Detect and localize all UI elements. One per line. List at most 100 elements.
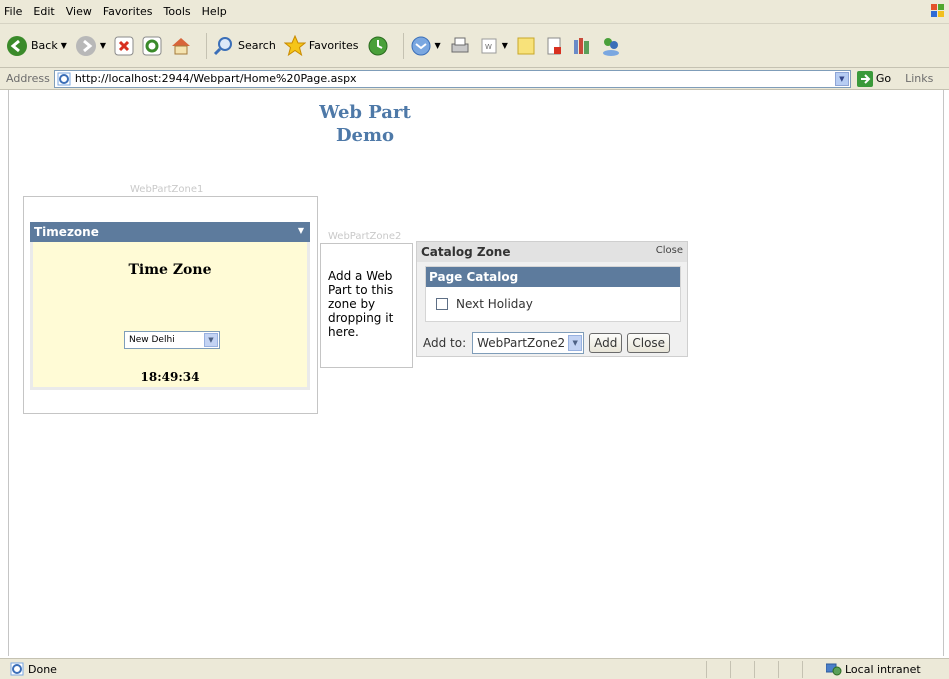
favorites-button[interactable]: Favorites	[283, 34, 359, 57]
stop-button[interactable]	[114, 36, 134, 56]
security-zone: Local intranet	[826, 662, 921, 676]
home-icon	[172, 37, 191, 54]
address-dropdown-icon[interactable]: ▼	[834, 71, 849, 86]
dropdown-arrow-icon[interactable]: ▼	[100, 41, 106, 50]
toolbar: Back ▼ ▼ Search Favorites ▼ W ▼	[0, 24, 949, 68]
mail-button[interactable]: ▼	[410, 35, 441, 57]
document-icon	[547, 37, 561, 54]
page-title: Web Part Demo	[305, 101, 425, 148]
checkbox[interactable]	[436, 298, 448, 310]
menu-favorites[interactable]: Favorites	[103, 5, 153, 18]
status-cell	[778, 660, 802, 678]
page-catalog-title: Page Catalog	[426, 267, 680, 287]
webpart-zone2: Add a Web Part to this zone by dropping …	[320, 243, 413, 368]
stop-icon	[114, 36, 134, 55]
dropdown-arrow-icon[interactable]: ▼	[502, 41, 508, 50]
go-label: Go	[875, 72, 892, 85]
catalog-item-next-holiday[interactable]: Next Holiday	[436, 297, 533, 311]
toolbar-separator	[206, 32, 208, 59]
page-title-line1: Web Part	[319, 102, 411, 123]
edit-page-icon: W	[481, 38, 497, 53]
add-to-label: Add to:	[423, 336, 467, 350]
menu-view[interactable]: View	[66, 5, 92, 18]
search-button[interactable]: Search	[213, 35, 276, 57]
status-left: Done	[0, 662, 706, 676]
add-button[interactable]: Add	[589, 333, 623, 353]
menu-file[interactable]: File	[4, 5, 22, 18]
address-bar: Address http://localhost:2944/Webpart/Ho…	[0, 68, 949, 90]
refresh-icon	[142, 36, 162, 55]
ie-page-icon	[57, 72, 71, 85]
forward-arrow-icon	[75, 35, 96, 56]
status-cell	[802, 660, 820, 678]
dropdown-arrow-icon[interactable]: ▼	[61, 41, 67, 50]
search-icon	[213, 36, 233, 55]
page-done-icon	[10, 662, 24, 676]
windows-logo-icon	[931, 4, 944, 17]
timezone-webpart-body: Time Zone New Delhi ▼ 18:49:34	[30, 242, 310, 390]
books-icon	[573, 37, 589, 54]
webpart-title: Timezone	[34, 225, 99, 239]
chevron-down-icon[interactable]: ▼	[568, 335, 583, 351]
history-button[interactable]	[367, 35, 389, 57]
content-border	[8, 90, 9, 656]
go-arrow-icon	[856, 70, 873, 87]
print-icon	[451, 37, 469, 52]
home-button[interactable]	[170, 35, 192, 57]
catalog-title: Catalog Zone	[421, 245, 511, 259]
catalog-footer: Add to: WebPartZone2 ▼ Add Close	[423, 332, 671, 354]
add-to-select[interactable]: WebPartZone2 ▼	[472, 332, 585, 354]
menu-bar: File Edit View Favorites Tools Help	[0, 0, 949, 24]
svg-text:W: W	[485, 43, 492, 51]
back-arrow-icon	[7, 35, 27, 56]
intranet-globe-icon	[826, 663, 842, 676]
add-to-select-value: WebPartZone2	[477, 336, 566, 350]
search-label: Search	[238, 39, 276, 52]
research-button[interactable]	[544, 36, 564, 56]
go-button[interactable]: Go	[856, 70, 892, 87]
menu-help[interactable]: Help	[202, 5, 227, 18]
back-label: Back	[31, 39, 58, 52]
close-button[interactable]: Close	[627, 333, 671, 353]
forward-button[interactable]: ▼	[75, 35, 106, 57]
favorites-label: Favorites	[308, 39, 359, 52]
toolbar-separator	[402, 32, 404, 59]
status-cell	[730, 660, 754, 678]
status-bar: Done Local intranet	[0, 658, 949, 679]
timezone-heading: Time Zone	[128, 262, 212, 278]
content-border	[943, 90, 944, 656]
mail-icon	[411, 36, 431, 55]
address-label: Address	[6, 72, 50, 85]
status-cell	[706, 660, 730, 678]
notes-button[interactable]	[516, 36, 536, 56]
tools-button[interactable]	[572, 36, 592, 56]
security-zone-label: Local intranet	[845, 662, 921, 676]
city-select-value: New Delhi	[129, 335, 175, 345]
page-title-line2: Demo	[335, 125, 395, 147]
dropdown-arrow-icon[interactable]: ▼	[435, 41, 441, 50]
address-input[interactable]: http://localhost:2944/Webpart/Home%20Pag…	[53, 69, 851, 88]
catalog-zone: Catalog Zone Close Page Catalog Next Hol…	[416, 241, 688, 357]
address-url: http://localhost:2944/Webpart/Home%20Pag…	[74, 72, 357, 85]
time-display: 18:49:34	[140, 370, 200, 384]
messenger-button[interactable]	[600, 35, 622, 57]
back-button[interactable]: Back ▼	[6, 35, 67, 57]
chevron-down-icon[interactable]: ▼	[204, 333, 218, 347]
edit-button[interactable]: W ▼	[479, 36, 508, 56]
page-catalog: Page Catalog Next Holiday	[425, 266, 681, 322]
links-button[interactable]: Links	[905, 72, 933, 85]
timezone-webpart-titlebar: Timezone ▼	[30, 222, 310, 242]
menu-tools[interactable]: Tools	[164, 5, 191, 18]
star-icon	[283, 34, 306, 56]
city-select[interactable]: New Delhi ▼	[124, 331, 220, 349]
zone2-empty-text: Add a Web Part to this zone by dropping …	[328, 269, 394, 339]
catalog-close-link[interactable]: Close	[656, 245, 683, 256]
print-button[interactable]	[449, 35, 471, 57]
menu-edit[interactable]: Edit	[33, 5, 54, 18]
catalog-header: Catalog Zone Close	[417, 242, 687, 262]
refresh-button[interactable]	[142, 36, 162, 56]
webpart-menu-icon[interactable]: ▼	[298, 226, 304, 235]
catalog-item-label: Next Holiday	[456, 297, 533, 311]
status-cell	[754, 660, 778, 678]
status-text: Done	[28, 662, 57, 676]
